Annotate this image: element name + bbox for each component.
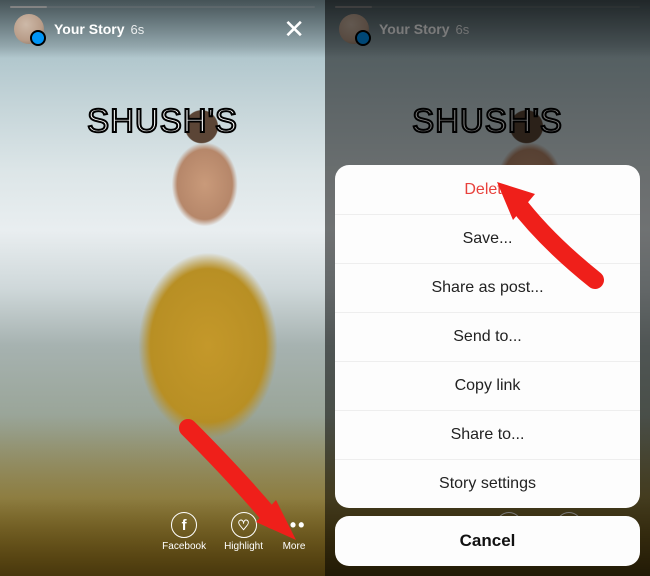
heart-icon: [231, 512, 257, 538]
sheet-story-settings[interactable]: Story settings: [335, 459, 640, 508]
facebook-label: Facebook: [162, 541, 206, 552]
story-photo: [0, 0, 325, 576]
story-header: Your Story 6s ✕: [0, 0, 325, 58]
more-icon: •••: [281, 512, 307, 538]
story-caption: SHUSH'S: [0, 102, 325, 140]
highlight-label: Highlight: [224, 541, 263, 552]
avatar[interactable]: [14, 14, 44, 44]
highlight-button[interactable]: Highlight: [224, 512, 263, 552]
more-button[interactable]: ••• More: [281, 512, 307, 552]
sheet-share-as-post[interactable]: Share as post...: [335, 263, 640, 312]
story-title: Your Story: [54, 21, 125, 37]
sheet-cancel[interactable]: Cancel: [335, 516, 640, 566]
facebook-icon: f: [171, 512, 197, 538]
action-sheet: Delete Save... Share as post... Send to.…: [335, 165, 640, 566]
story-footer: f Facebook Highlight ••• More: [0, 498, 325, 576]
sheet-copy-link[interactable]: Copy link: [335, 361, 640, 410]
story-view-right: Your Story 6s SHUSH'S f Facebook Highlig…: [325, 0, 650, 576]
sheet-share-to[interactable]: Share to...: [335, 410, 640, 459]
sheet-save[interactable]: Save...: [335, 214, 640, 263]
facebook-button[interactable]: f Facebook: [162, 512, 206, 552]
story-time: 6s: [131, 22, 145, 37]
more-label: More: [283, 541, 306, 552]
story-view-left: Your Story 6s ✕ SHUSH'S f Facebook Highl…: [0, 0, 325, 576]
action-sheet-body: Delete Save... Share as post... Send to.…: [335, 165, 640, 508]
sheet-send-to[interactable]: Send to...: [335, 312, 640, 361]
close-icon[interactable]: ✕: [277, 10, 311, 48]
sheet-delete[interactable]: Delete: [335, 165, 640, 214]
